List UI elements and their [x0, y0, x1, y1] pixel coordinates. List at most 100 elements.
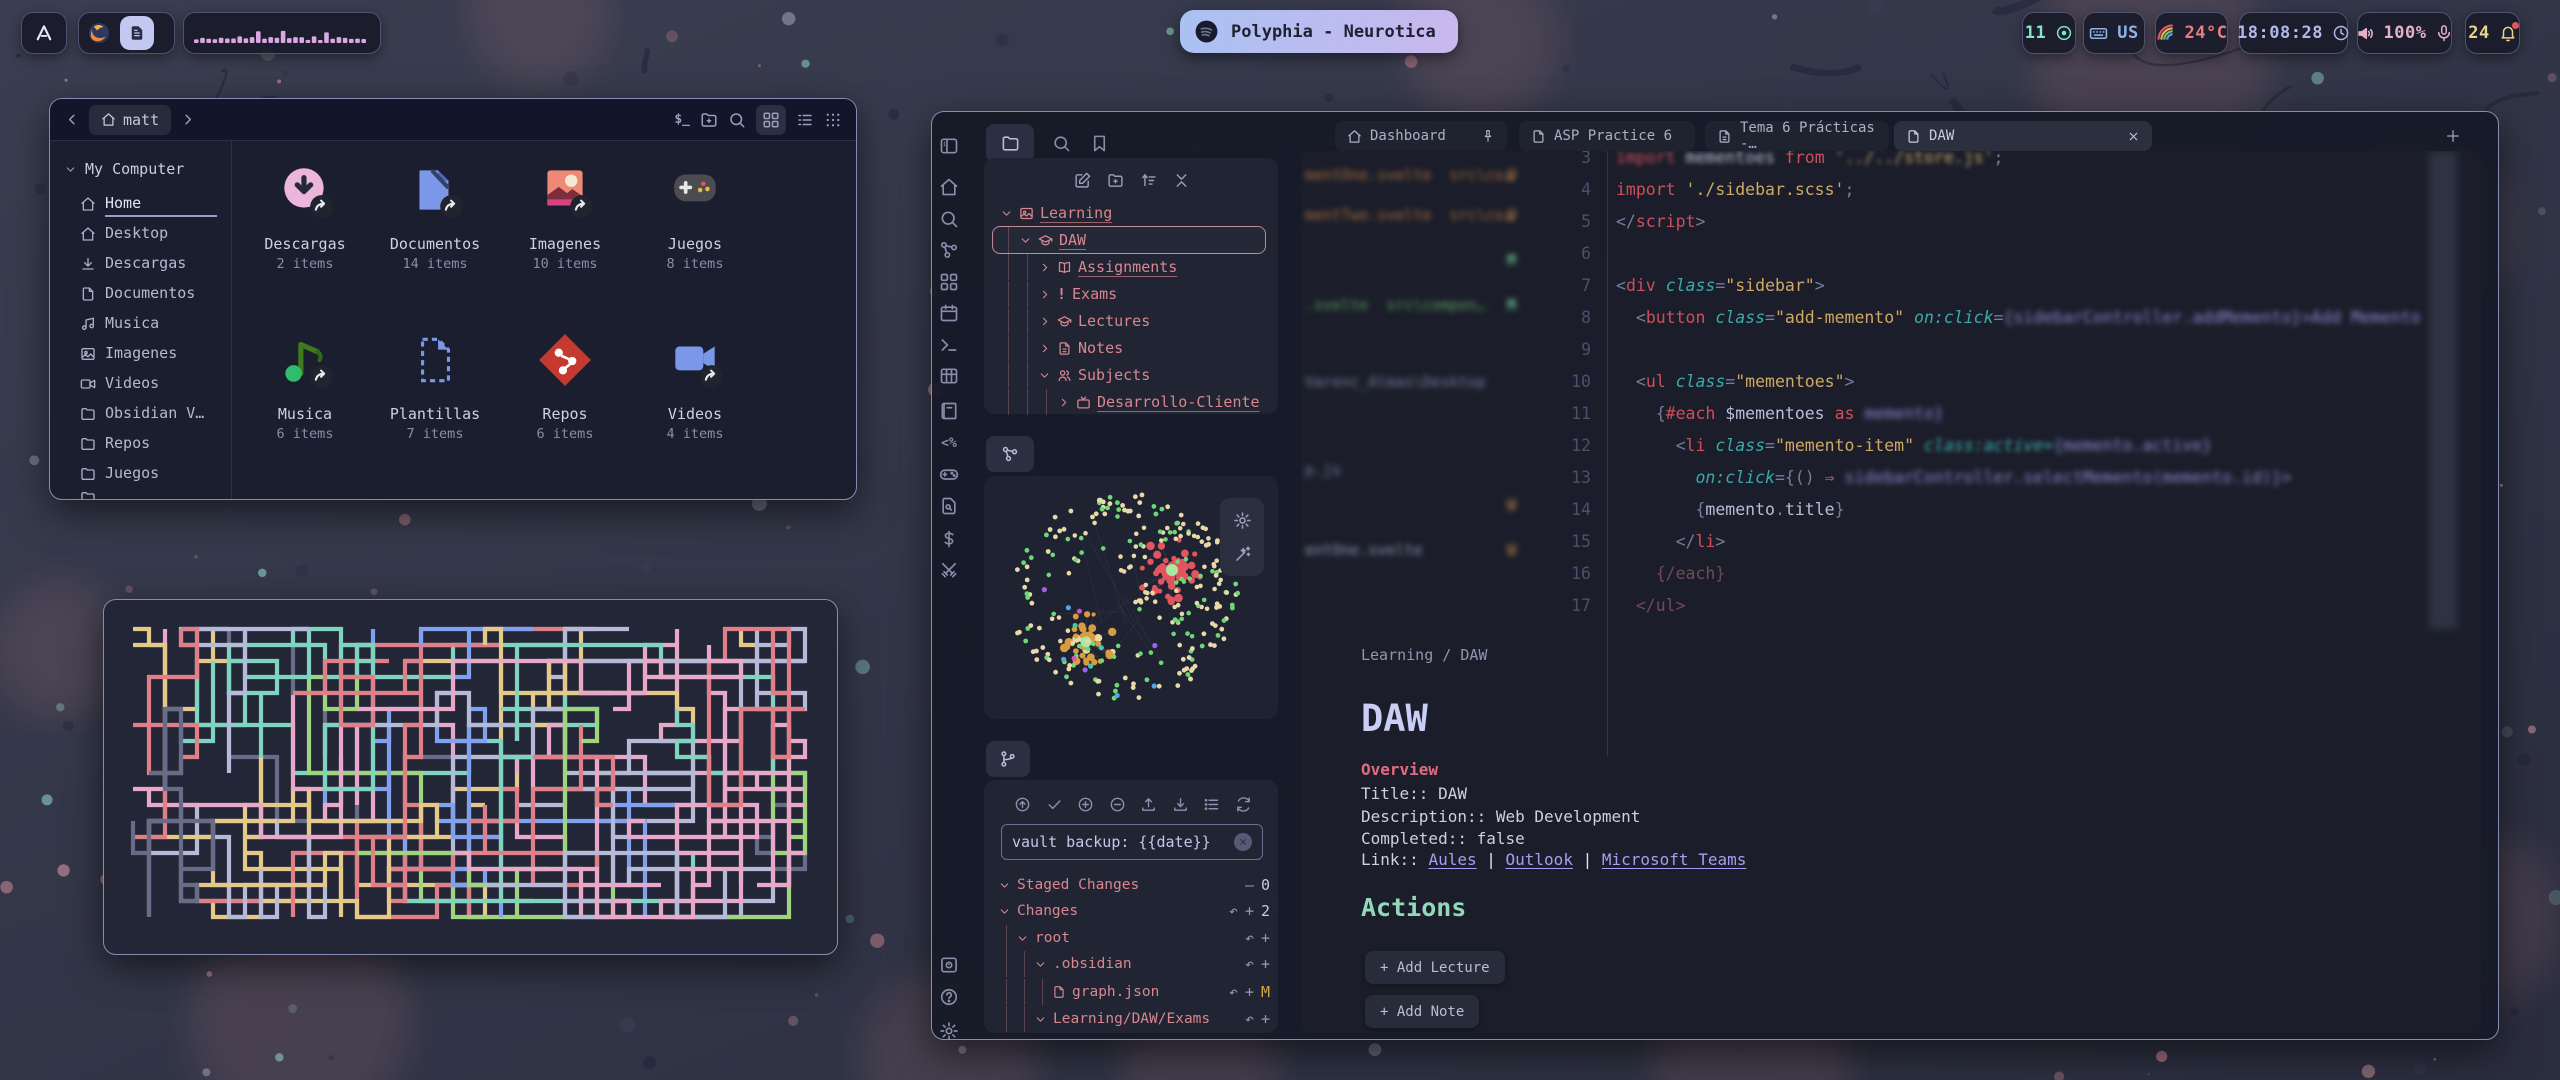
tab-dashboard[interactable]: Dashboard [1335, 121, 1507, 151]
folder-repos[interactable]: Repos 6 items [500, 319, 630, 467]
tree-item-subjects[interactable]: Subjects [984, 362, 1270, 388]
folder-imagenes[interactable]: Imagenes 10 items [500, 149, 630, 297]
listview-button[interactable] [796, 111, 814, 129]
ribbon-gamepad-button[interactable] [938, 463, 960, 485]
git-row-action[interactable]: + [1261, 955, 1270, 973]
git-row-action[interactable]: + [1261, 929, 1270, 947]
ribbon-dollar-button[interactable] [938, 528, 960, 550]
launcher-button[interactable] [21, 12, 67, 54]
note-breadcrumb[interactable]: Learning / DAW [1361, 646, 1487, 664]
git-row-action[interactable]: ↶ [1229, 902, 1238, 920]
ribbon-calendar-button[interactable] [938, 302, 960, 324]
new-tab-button[interactable] [2444, 125, 2462, 145]
ribbon-terminal-button[interactable] [938, 334, 960, 356]
close-tab-button[interactable] [2127, 128, 2140, 144]
search-button[interactable] [728, 111, 746, 129]
git-row-action[interactable]: — [1245, 876, 1254, 894]
git-row-action[interactable]: + [1261, 1010, 1270, 1028]
sidebar-item-obsidian-v-[interactable]: Obsidian V… [80, 399, 231, 429]
breadcrumb[interactable]: matt [89, 105, 171, 135]
graph-filter-button[interactable] [1233, 544, 1252, 564]
note-link-outlook[interactable]: Outlook [1506, 850, 1573, 869]
ribbon-swords-button[interactable] [938, 559, 960, 581]
tree-item-exams[interactable]: !Exams [984, 281, 1270, 307]
tab-file-explorer[interactable] [986, 124, 1034, 162]
grid-button[interactable] [756, 105, 786, 135]
weather-module[interactable]: 24°C [2155, 12, 2228, 54]
folder-juegos[interactable]: Juegos 8 items [630, 149, 760, 297]
tab-search-panel[interactable] [1052, 133, 1071, 153]
ribbon-table-button[interactable] [938, 365, 960, 387]
ribbon-help-button[interactable] [938, 986, 960, 1008]
sidebar-item-imagenes[interactable]: Imagenes [80, 339, 231, 369]
dots9-button[interactable] [824, 111, 842, 129]
ribbon-code-button[interactable]: <% [938, 432, 960, 454]
sidebar-item-repos[interactable]: Repos [80, 429, 231, 459]
notifications-module[interactable]: 24 [2465, 12, 2520, 54]
media-widget[interactable]: Polyphia - Neurotica [1180, 10, 1458, 53]
sidebar-section[interactable]: My Computer [64, 155, 231, 183]
volume-module[interactable]: 100% [2357, 12, 2452, 54]
sidebar-item-descargas[interactable]: Descargas [80, 249, 231, 279]
note-link-aules[interactable]: Aules [1428, 850, 1476, 869]
tab-graph-view[interactable] [986, 436, 1034, 472]
sidebar-item-partial[interactable] [80, 491, 231, 499]
tab-git[interactable] [986, 741, 1030, 777]
sidebar-item-documentos[interactable]: Documentos [80, 279, 231, 309]
git-row-action[interactable]: + [1245, 902, 1254, 920]
active-app-document[interactable] [120, 16, 154, 50]
tab-daw[interactable]: DAW [1894, 121, 2152, 151]
ribbon-book-button[interactable] [938, 400, 960, 422]
ribbon-panel-left-button[interactable] [938, 135, 960, 157]
folder-documentos[interactable]: Documentos 14 items [370, 149, 500, 297]
terminal-dollar-button[interactable]: $_ [674, 112, 690, 127]
git-row-action[interactable]: 2 [1261, 902, 1270, 920]
folderp-button[interactable] [700, 111, 718, 129]
git-row-action[interactable]: 0 [1261, 876, 1270, 894]
git-row-action[interactable]: M [1261, 983, 1270, 1001]
git-row-action[interactable]: ↶ [1245, 1010, 1254, 1028]
tab-asp-practice-6[interactable]: ASP Practice 6 [1519, 121, 1695, 151]
git-row-action[interactable]: + [1245, 983, 1254, 1001]
tab-tema-6-pr-cticas-[interactable]: Tema 6 Prácticas -… [1705, 121, 1889, 151]
note-link-microsoft-teams[interactable]: Microsoft Teams [1602, 850, 1747, 869]
updates-module[interactable]: 11 [2022, 12, 2076, 54]
sidebar-item-videos[interactable]: Videos [80, 369, 231, 399]
ribbon-gear-button[interactable] [938, 1020, 960, 1040]
folder-videos[interactable]: Videos 4 items [630, 319, 760, 467]
git-row-staged-changes[interactable]: Staged Changes—0 [984, 872, 1270, 898]
tree-item-notes[interactable]: Notes [984, 335, 1270, 361]
ribbon-search-button[interactable] [938, 208, 960, 230]
git-row-learning-daw-exams[interactable]: Learning/DAW/Exams↶+ [984, 1006, 1270, 1032]
ribbon-home-button[interactable] [938, 176, 960, 198]
git-row-graph-json[interactable]: graph.json↶+M [984, 979, 1270, 1005]
git-row-action[interactable]: ↶ [1229, 983, 1238, 1001]
tree-item-daw[interactable]: DAW [984, 227, 1270, 253]
folder-plantillas[interactable]: Plantillas 7 items [370, 319, 500, 467]
git-row-root[interactable]: root↶+ [984, 925, 1270, 951]
git-row-action[interactable]: ↶ [1245, 955, 1254, 973]
keyboard-layout-module[interactable]: US [2083, 12, 2145, 54]
back-button[interactable] [64, 111, 81, 128]
folder-musica[interactable]: Musica 6 items [240, 319, 370, 467]
tree-item-assignments[interactable]: Assignments [984, 254, 1270, 280]
scrollbar-ghost[interactable] [2429, 151, 2457, 629]
graph-settings-button[interactable] [1233, 510, 1252, 530]
sidebar-item-juegos[interactable]: Juegos [80, 459, 231, 489]
git-row-action[interactable]: ↶ [1245, 929, 1254, 947]
ribbon-vault-button[interactable] [938, 954, 960, 976]
tree-item-lectures[interactable]: Lectures [984, 308, 1270, 334]
clock-module[interactable]: 18:08:28 [2239, 12, 2348, 54]
folder-descargas[interactable]: Descargas 2 items [240, 149, 370, 297]
tab-bookmarks[interactable] [1090, 133, 1109, 153]
sidebar-item-musica[interactable]: Musica [80, 309, 231, 339]
tree-item-desarrollo-cliente[interactable]: Desarrollo-Cliente [984, 389, 1270, 415]
git-row-changes[interactable]: Changes↶+2 [984, 898, 1270, 924]
ribbon-filesearch-button[interactable] [938, 495, 960, 517]
forward-button[interactable] [179, 111, 196, 128]
action-button--add-note[interactable]: + Add Note [1365, 995, 1479, 1028]
sidebar-item-desktop[interactable]: Desktop [80, 219, 231, 249]
tree-item-learning[interactable]: Learning [984, 200, 1270, 226]
firefox-icon[interactable] [87, 21, 111, 45]
sidebar-item-home[interactable]: Home [80, 189, 231, 219]
